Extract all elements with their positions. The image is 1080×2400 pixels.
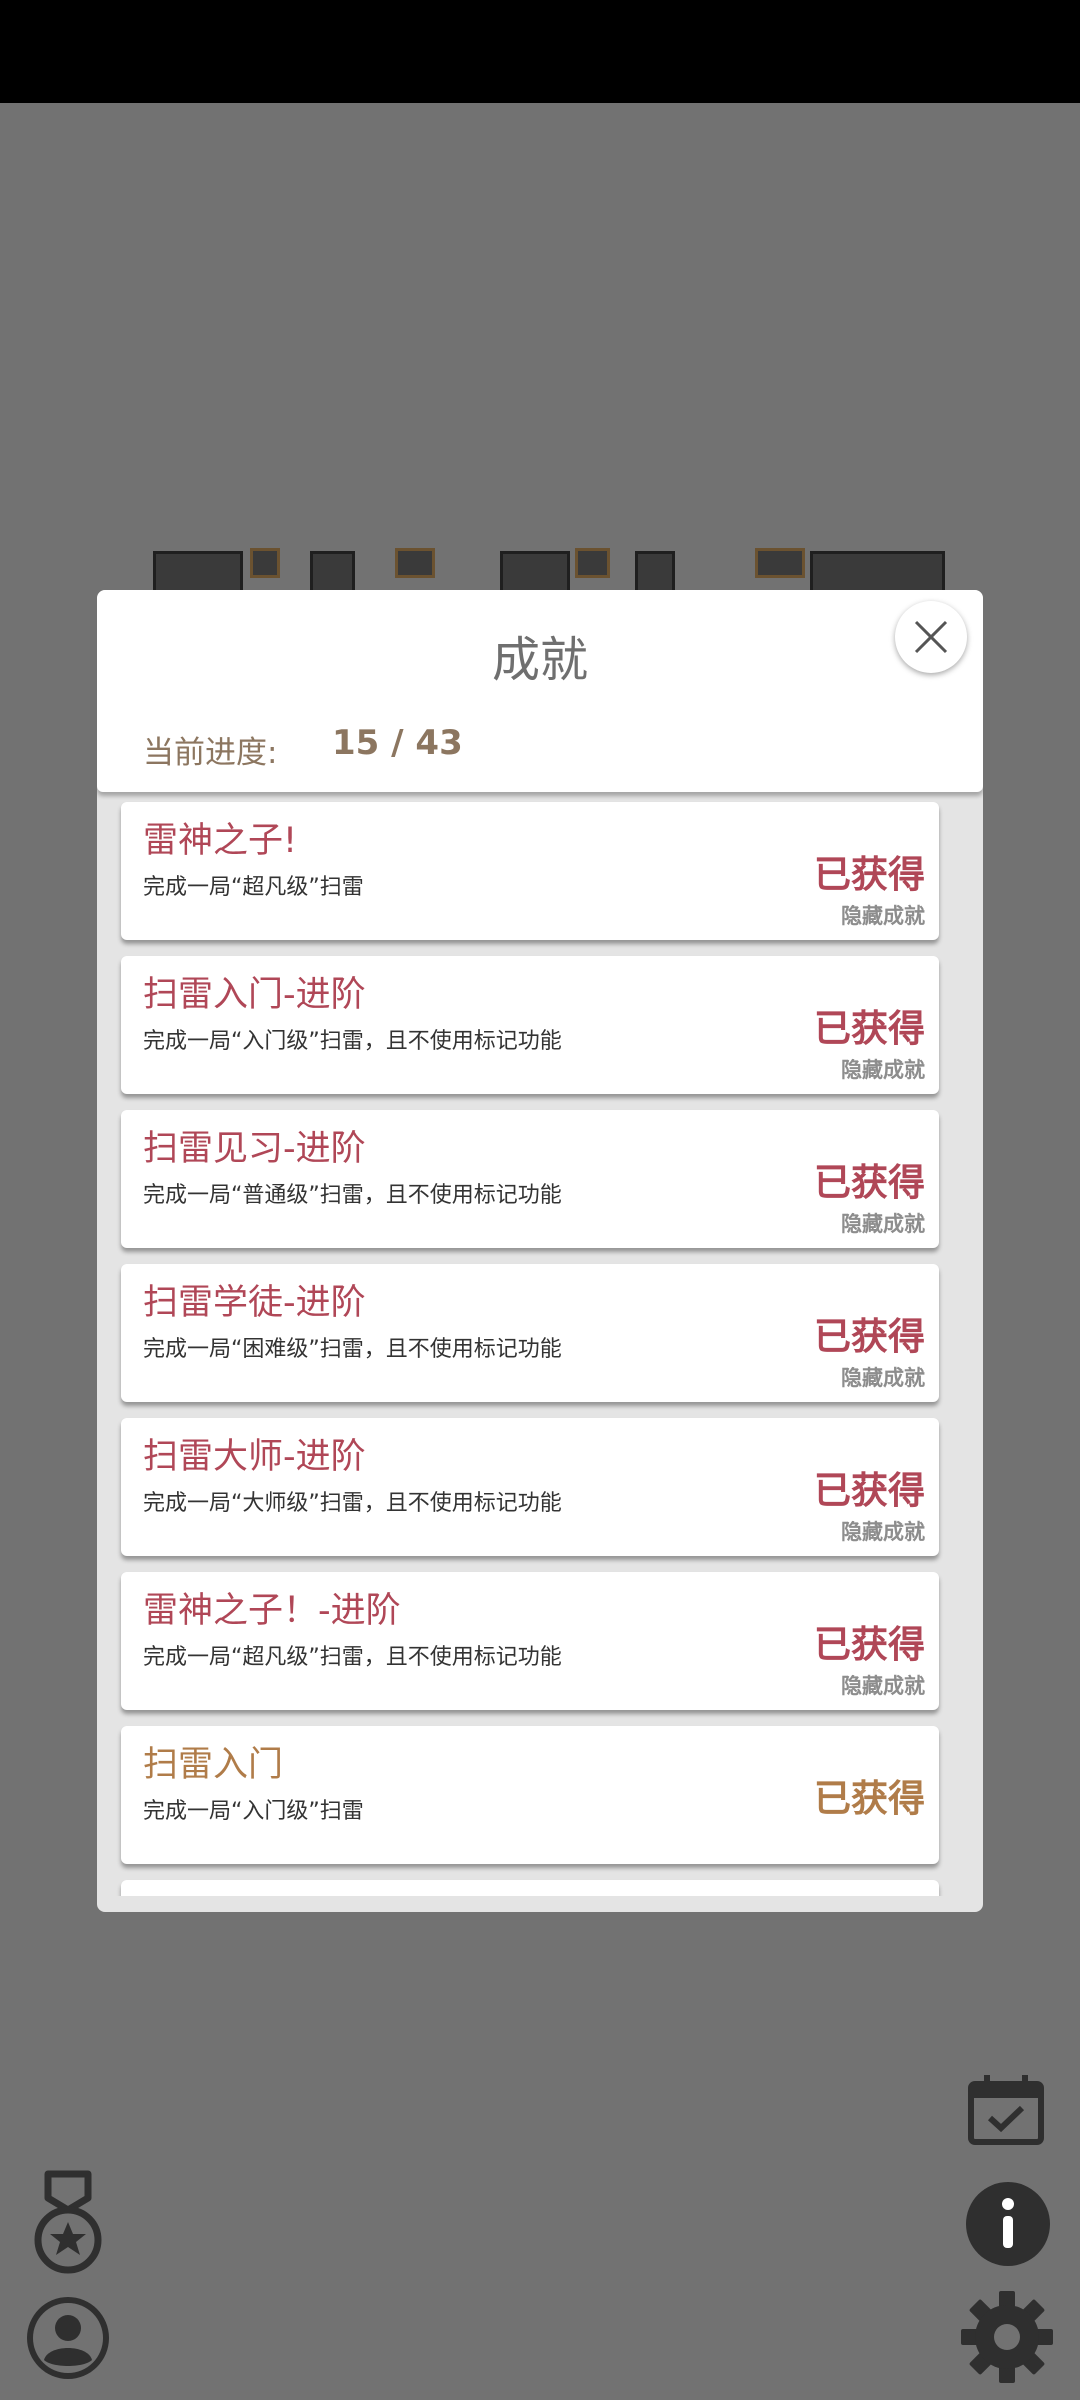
achievement-card-partial[interactable]: [121, 1880, 939, 1896]
achievement-title: 雷神之子！-进阶: [143, 1591, 401, 1631]
achievement-description: 完成一局“入门级”扫雷: [143, 1799, 364, 1824]
hidden-achievement-tag: 隐藏成就: [841, 1520, 925, 1544]
achievement-card[interactable]: 雷神之子! 完成一局“超凡级”扫雷 已获得 隐藏成就: [121, 802, 939, 940]
achievement-status: 已获得: [814, 1161, 925, 1204]
status-bar: [0, 0, 1080, 103]
achievement-title: 扫雷学徒-进阶: [143, 1283, 366, 1323]
achievement-list[interactable]: 雷神之子! 完成一局“超凡级”扫雷 已获得 隐藏成就 扫雷入门-进阶 完成一局“…: [97, 798, 983, 1896]
achievement-title: 扫雷大师-进阶: [143, 1437, 366, 1477]
progress-value: 15 / 43: [332, 723, 463, 763]
progress-label: 当前进度:: [143, 735, 278, 771]
achievement-card[interactable]: 扫雷学徒-进阶 完成一局“困难级”扫雷，且不使用标记功能 已获得 隐藏成就: [121, 1264, 939, 1402]
achievement-description: 完成一局“大师级”扫雷，且不使用标记功能: [143, 1491, 562, 1516]
achievement-status: 已获得: [814, 1007, 925, 1050]
achievement-title: 扫雷见习-进阶: [143, 1129, 366, 1169]
close-button[interactable]: [895, 601, 967, 673]
achievement-status: 已获得: [814, 1777, 925, 1820]
profile-icon: [27, 2297, 109, 2379]
hidden-achievement-tag: 隐藏成就: [841, 904, 925, 928]
achievement-description: 完成一局“普通级”扫雷，且不使用标记功能: [143, 1183, 562, 1208]
achievements-button[interactable]: [30, 2170, 106, 2280]
achievement-description: 完成一局“超凡级”扫雷: [143, 875, 364, 900]
close-icon: [914, 620, 948, 654]
info-button[interactable]: [964, 2180, 1052, 2268]
hidden-achievement-tag: 隐藏成就: [841, 1212, 925, 1236]
achievement-card[interactable]: 扫雷入门 完成一局“入门级”扫雷 已获得: [121, 1726, 939, 1864]
achievement-card[interactable]: 扫雷大师-进阶 完成一局“大师级”扫雷，且不使用标记功能 已获得 隐藏成就: [121, 1418, 939, 1556]
hidden-achievement-tag: 隐藏成就: [841, 1058, 925, 1082]
achievement-status: 已获得: [814, 1469, 925, 1512]
profile-button[interactable]: [24, 2294, 112, 2382]
achievement-title: 扫雷入门-进阶: [143, 975, 366, 1015]
achievements-dialog: 成就 当前进度: 15 / 43 雷神之子! 完成一局“超凡级”扫雷 已获得 隐…: [97, 590, 983, 1912]
settings-button[interactable]: [960, 2290, 1054, 2384]
achievement-status: 已获得: [814, 1315, 925, 1358]
dialog-title: 成就: [491, 632, 588, 688]
achievement-description: 完成一局“入门级”扫雷，且不使用标记功能: [143, 1029, 562, 1054]
dialog-header: 成就 当前进度: 15 / 43: [97, 590, 983, 792]
achievement-status: 已获得: [814, 1623, 925, 1666]
achievement-status: 已获得: [814, 853, 925, 896]
achievement-title: 扫雷入门: [143, 1745, 284, 1785]
hidden-achievement-tag: 隐藏成就: [841, 1366, 925, 1390]
achievement-card[interactable]: 雷神之子！-进阶 完成一局“超凡级”扫雷，且不使用标记功能 已获得 隐藏成就: [121, 1572, 939, 1710]
info-icon: [966, 2182, 1050, 2266]
hidden-achievement-tag: 隐藏成就: [841, 1674, 925, 1698]
achievement-description: 完成一局“困难级”扫雷，且不使用标记功能: [143, 1337, 562, 1362]
calendar-check-icon: [968, 2075, 1044, 2145]
achievement-description: 完成一局“超凡级”扫雷，且不使用标记功能: [143, 1645, 562, 1670]
achievement-card[interactable]: 扫雷见习-进阶 完成一局“普通级”扫雷，且不使用标记功能 已获得 隐藏成就: [121, 1110, 939, 1248]
achievement-title: 雷神之子!: [143, 821, 298, 861]
achievement-card[interactable]: 扫雷入门-进阶 完成一局“入门级”扫雷，且不使用标记功能 已获得 隐藏成就: [121, 956, 939, 1094]
gear-icon: [961, 2291, 1053, 2383]
medal-icon: [34, 2170, 102, 2274]
daily-checkin-button[interactable]: [966, 2072, 1046, 2146]
